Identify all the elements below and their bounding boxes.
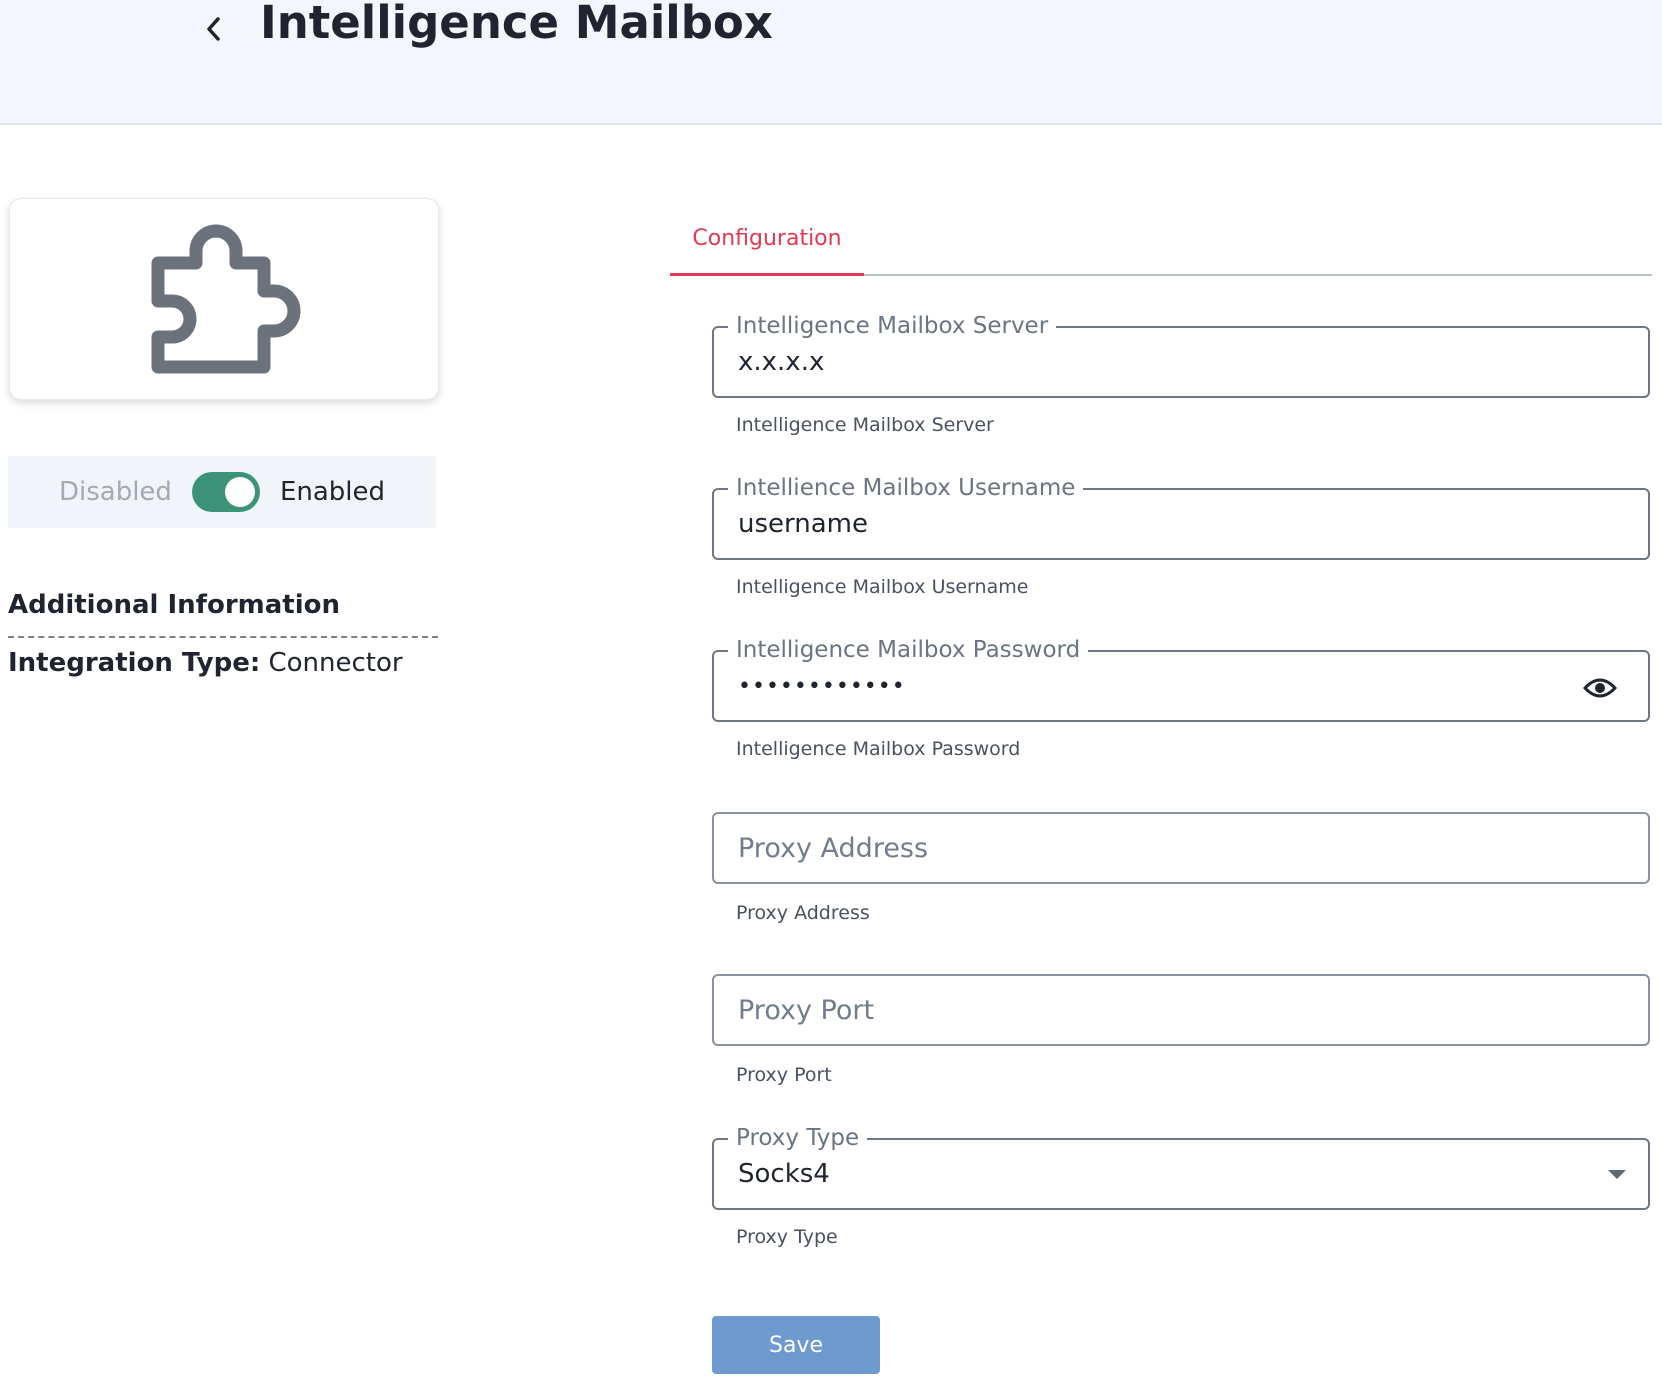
password-input-value[interactable]: •••••••••••• [738,652,906,720]
additional-info-divider [8,636,438,638]
username-input-value[interactable]: username [738,490,868,558]
integration-type-label: Integration Type: [8,648,261,678]
save-button[interactable]: Save [712,1316,880,1374]
proxy-type-value[interactable]: Socks4 [738,1140,830,1208]
back-button[interactable] [196,8,232,50]
switch-knob [224,477,255,507]
proxy-port-field[interactable]: Proxy Port [712,974,1650,1046]
puzzle-piece-icon [151,224,301,374]
enable-switch[interactable] [191,472,260,512]
password-helper-text: Intelligence Mailbox Password [736,738,1021,760]
integration-type-row: Integration Type: Connector [8,648,403,678]
page-title: Intelligence Mailbox [260,0,773,49]
toggle-disabled-label: Disabled [58,477,172,507]
username-helper-text: Intelligence Mailbox Username [736,576,1029,598]
tab-bar: Configuration [670,216,1652,276]
proxy-port-placeholder[interactable]: Proxy Port [738,976,874,1044]
password-field[interactable]: Intelligence Mailbox Password ••••••••••… [712,635,1650,722]
enable-toggle-row: Disabled Enabled [8,456,436,528]
proxy-type-helper-text: Proxy Type [736,1226,838,1248]
username-field[interactable]: Intellience Mailbox Username username [712,473,1650,560]
proxy-port-helper-text: Proxy Port [736,1064,832,1086]
integration-type-value: Connector [268,648,403,678]
server-input-value[interactable]: x.x.x.x [738,328,824,396]
chevron-left-icon [207,17,220,41]
server-field[interactable]: Intelligence Mailbox Server x.x.x.x [712,311,1650,398]
proxy-address-field[interactable]: Proxy Address [712,812,1650,884]
additional-info-title: Additional Information [8,590,341,620]
proxy-type-select[interactable]: Proxy Type Socks4 [712,1123,1650,1210]
server-helper-text: Intelligence Mailbox Server [736,414,994,436]
proxy-address-placeholder[interactable]: Proxy Address [738,814,928,882]
show-password-button[interactable] [1582,670,1618,706]
proxy-address-helper-text: Proxy Address [736,902,870,924]
eye-icon [1583,678,1617,698]
toggle-enabled-label: Enabled [279,477,386,507]
caret-down-icon[interactable] [1608,1170,1626,1179]
page-header: Intelligence Mailbox [0,0,1662,125]
tab-configuration[interactable]: Configuration [670,216,864,276]
integration-logo-card [9,198,439,400]
